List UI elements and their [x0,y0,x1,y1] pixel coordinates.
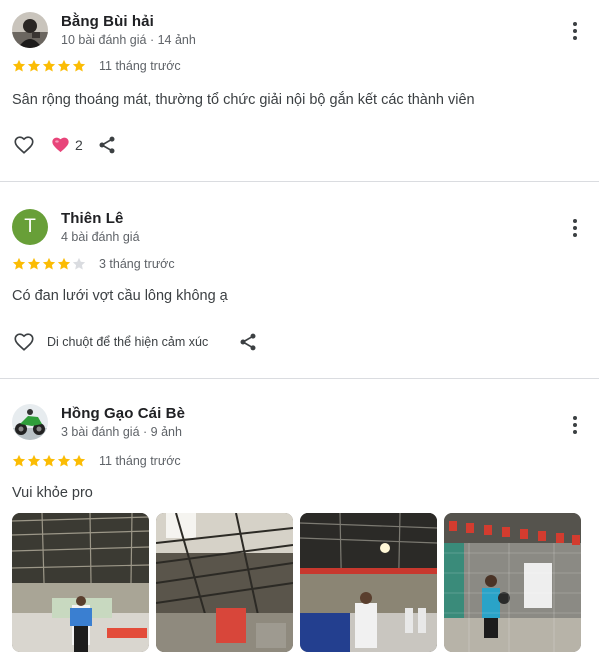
star-filled-icon [12,454,26,467]
star-rating [12,454,87,468]
author-meta: 3 bài đánh giá · 9 ảnh [61,425,182,439]
star-filled-icon [12,257,26,270]
review-photo[interactable] [156,513,293,652]
divider [0,378,599,379]
avatar-letter: T [24,216,36,237]
star-filled-icon [42,257,56,270]
review-header: T Thiên Lê 4 bài đánh giá [12,209,140,245]
star-filled-icon [27,257,41,270]
review-text: Có đan lưới vợt cầu lông không ạ [12,288,228,304]
divider [0,181,599,182]
star-filled-icon [57,454,71,467]
reaction-count: 2 [75,137,83,153]
review-photos [12,513,581,652]
avatar[interactable]: T [12,209,48,245]
review-header: Bằng Bùi hải 10 bài đánh giá · 14 ảnh [12,12,196,48]
star-filled-icon [27,59,41,72]
more-options-icon[interactable] [569,20,581,42]
review-photo[interactable] [12,513,149,652]
rating-row: 11 tháng trước [12,454,181,468]
star-filled-icon [27,454,41,467]
author-meta: 10 bài đánh giá · 14 ảnh [61,33,196,47]
author-name[interactable]: Hồng Gạo Cái Bè [61,404,185,423]
reaction-heart-icon [52,137,69,153]
share-icon[interactable] [238,332,258,352]
review-photo[interactable] [300,513,437,652]
star-filled-icon [42,59,56,72]
heart-icon[interactable] [12,134,36,156]
heart-icon[interactable] [12,331,36,353]
author-name[interactable]: Thiên Lê [61,209,140,228]
star-filled-icon [72,454,86,467]
author-name[interactable]: Bằng Bùi hải [61,12,196,31]
review-header: Hồng Gạo Cái Bè 3 bài đánh giá · 9 ảnh [12,404,185,440]
share-icon[interactable] [97,135,117,155]
more-options-icon[interactable] [569,217,581,239]
more-options-icon[interactable] [569,414,581,436]
star-filled-icon [42,454,56,467]
star-filled-icon [12,59,26,72]
star-filled-icon [57,59,71,72]
review-actions: Di chuột để thể hiện cảm xúc [12,331,258,353]
review-time: 11 tháng trước [99,59,181,73]
reaction-summary[interactable]: 2 [52,137,83,153]
rating-row: 3 tháng trước [12,257,175,271]
author-meta: 4 bài đánh giá [61,230,140,244]
avatar[interactable] [12,12,48,48]
review-text: Sân rộng thoáng mát, thường tổ chức giải… [12,92,475,108]
reaction-hint: Di chuột để thể hiện cảm xúc [47,335,209,349]
review-actions: 2 [12,134,117,156]
star-rating [12,59,87,73]
avatar[interactable] [12,404,48,440]
review-photo[interactable] [444,513,581,652]
review-time: 11 tháng trước [99,454,181,468]
star-empty-icon [72,257,86,270]
rating-row: 11 tháng trước [12,59,181,73]
review-time: 3 tháng trước [99,257,175,271]
star-filled-icon [72,59,86,72]
star-rating [12,257,87,271]
star-filled-icon [57,257,71,270]
review-text: Vui khỏe pro [12,485,93,501]
